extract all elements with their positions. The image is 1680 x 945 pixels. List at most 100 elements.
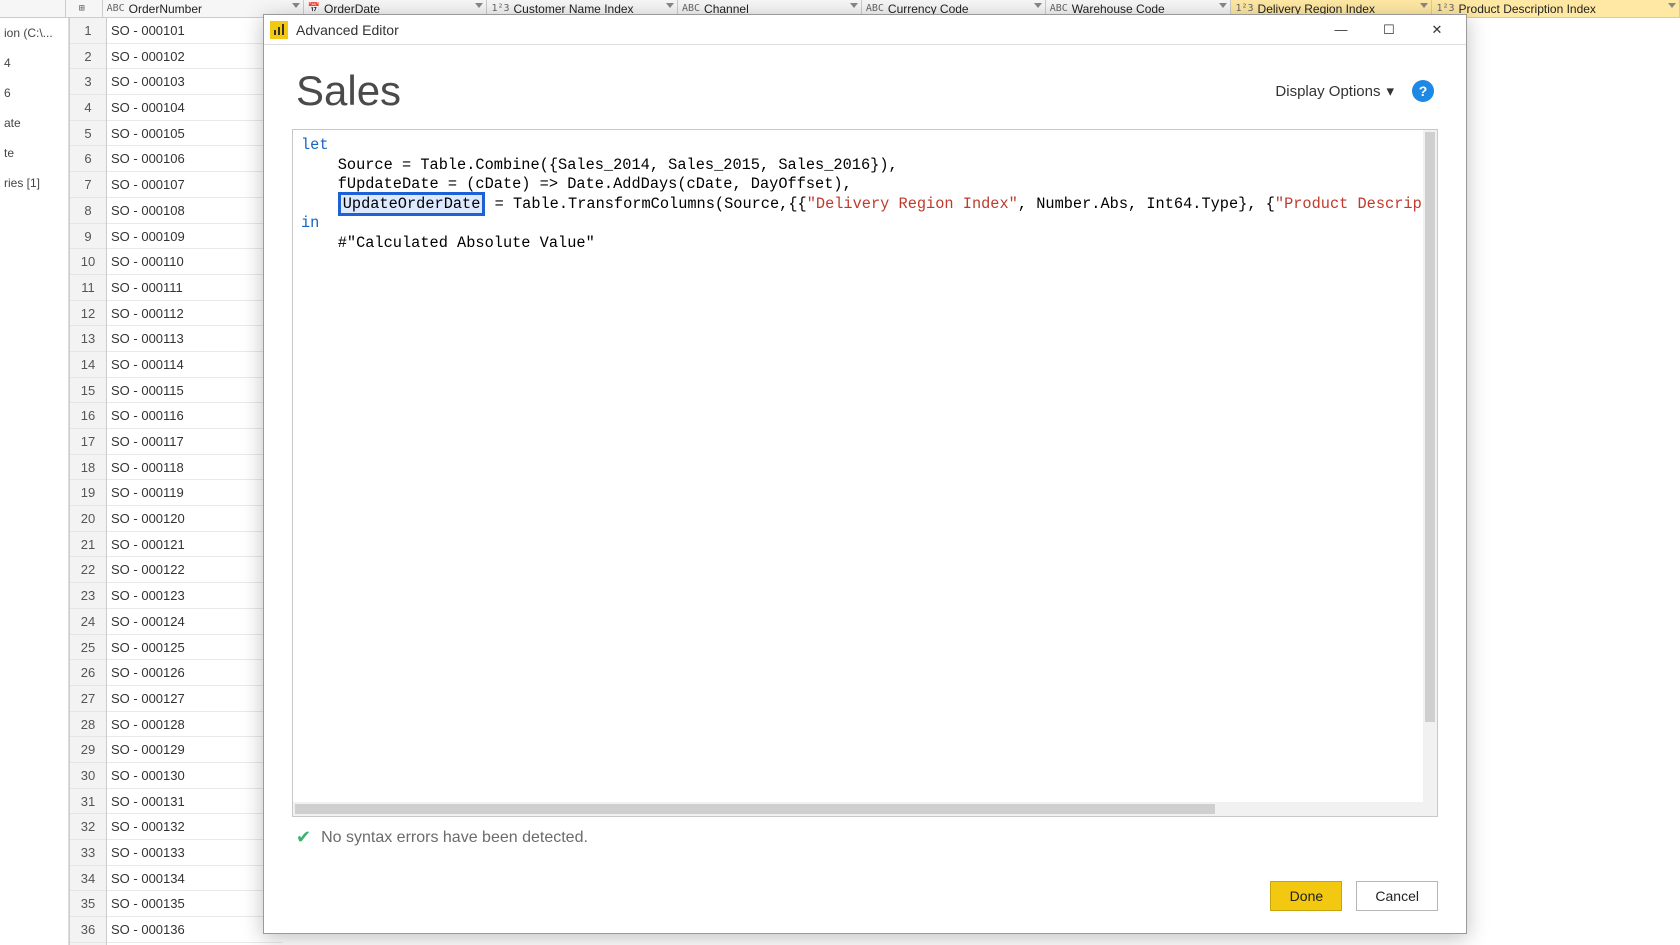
row-number[interactable]: 33	[70, 840, 106, 866]
done-button[interactable]: Done	[1270, 881, 1342, 911]
row-number[interactable]: 14	[70, 352, 106, 378]
cell-order-number[interactable]: SO - 000126	[107, 660, 282, 686]
row-number[interactable]: 27	[70, 686, 106, 712]
scrollbar-thumb[interactable]	[1425, 132, 1435, 722]
cell-order-number[interactable]: SO - 000133	[107, 840, 282, 866]
row-number[interactable]: 23	[70, 583, 106, 609]
cell-order-number[interactable]: SO - 000135	[107, 891, 282, 917]
chevron-down-icon[interactable]	[1668, 3, 1676, 8]
row-number[interactable]: 15	[70, 378, 106, 404]
cell-order-number[interactable]: SO - 000119	[107, 480, 282, 506]
cell-order-number[interactable]: SO - 000129	[107, 737, 282, 763]
nav-item[interactable]: te	[0, 138, 68, 168]
row-number[interactable]: 26	[70, 660, 106, 686]
cell-order-number[interactable]: SO - 000123	[107, 583, 282, 609]
cell-order-number[interactable]: SO - 000120	[107, 506, 282, 532]
help-icon[interactable]: ?	[1412, 80, 1434, 102]
cell-order-number[interactable]: SO - 000122	[107, 557, 282, 583]
row-number[interactable]: 7	[70, 172, 106, 198]
row-number[interactable]: 2	[70, 44, 106, 70]
row-number[interactable]: 34	[70, 866, 106, 892]
cell-order-number[interactable]: SO - 000130	[107, 763, 282, 789]
row-number[interactable]: 20	[70, 506, 106, 532]
chevron-down-icon[interactable]	[475, 3, 483, 8]
row-number[interactable]: 29	[70, 737, 106, 763]
cell-order-number[interactable]: SO - 000112	[107, 301, 282, 327]
maximize-button[interactable]: ☐	[1366, 16, 1412, 44]
cell-order-number[interactable]: SO - 000105	[107, 121, 282, 147]
row-number[interactable]: 18	[70, 455, 106, 481]
column-header[interactable]: 1²3Product Description Index	[1432, 0, 1680, 17]
chevron-down-icon[interactable]	[292, 3, 300, 8]
cell-order-number[interactable]: SO - 000136	[107, 917, 282, 943]
horizontal-scrollbar[interactable]	[293, 802, 1423, 816]
cell-order-number[interactable]: SO - 000116	[107, 403, 282, 429]
nav-item[interactable]: ion (C:\...	[0, 18, 68, 48]
row-number[interactable]: 21	[70, 532, 106, 558]
minimize-button[interactable]: —	[1318, 16, 1364, 44]
row-number[interactable]: 24	[70, 609, 106, 635]
nav-item[interactable]: ries [1]	[0, 168, 68, 198]
row-number[interactable]: 11	[70, 275, 106, 301]
dialog-titlebar[interactable]: Advanced Editor — ☐ ✕	[264, 15, 1466, 45]
row-number[interactable]: 31	[70, 789, 106, 815]
cell-order-number[interactable]: SO - 000111	[107, 275, 282, 301]
nav-item[interactable]: 6	[0, 78, 68, 108]
nav-item[interactable]: ate	[0, 108, 68, 138]
chevron-down-icon[interactable]	[1219, 3, 1227, 8]
row-index-header[interactable]: ⊞	[66, 0, 103, 17]
nav-item[interactable]: 4	[0, 48, 68, 78]
row-number[interactable]: 8	[70, 198, 106, 224]
chevron-down-icon[interactable]	[1420, 3, 1428, 8]
scrollbar-thumb[interactable]	[295, 804, 1215, 814]
cell-order-number[interactable]: SO - 000114	[107, 352, 282, 378]
row-number[interactable]: 3	[70, 69, 106, 95]
step-name-highlight[interactable]: UpdateOrderDate	[338, 192, 486, 216]
row-number[interactable]: 25	[70, 635, 106, 661]
row-number[interactable]: 13	[70, 326, 106, 352]
cell-order-number[interactable]: SO - 000124	[107, 609, 282, 635]
cell-order-number[interactable]: SO - 000125	[107, 635, 282, 661]
row-number[interactable]: 22	[70, 557, 106, 583]
cell-order-number[interactable]: SO - 000132	[107, 814, 282, 840]
cell-order-number[interactable]: SO - 000134	[107, 866, 282, 892]
row-number[interactable]: 1	[70, 18, 106, 44]
row-number[interactable]: 4	[70, 95, 106, 121]
cell-order-number[interactable]: SO - 000127	[107, 686, 282, 712]
cancel-button[interactable]: Cancel	[1356, 881, 1438, 911]
row-number[interactable]: 12	[70, 301, 106, 327]
cell-order-number[interactable]: SO - 000102	[107, 44, 282, 70]
row-number[interactable]: 30	[70, 763, 106, 789]
row-number[interactable]: 10	[70, 249, 106, 275]
display-options-dropdown[interactable]: Display Options ▾	[1275, 82, 1394, 100]
row-number[interactable]: 19	[70, 480, 106, 506]
cell-order-number[interactable]: SO - 000113	[107, 326, 282, 352]
row-number[interactable]: 5	[70, 121, 106, 147]
cell-order-number[interactable]: SO - 000104	[107, 95, 282, 121]
chevron-down-icon[interactable]	[1034, 3, 1042, 8]
vertical-scrollbar[interactable]	[1423, 130, 1437, 802]
cell-order-number[interactable]: SO - 000108	[107, 198, 282, 224]
row-number[interactable]: 36	[70, 917, 106, 943]
cell-order-number[interactable]: SO - 000101	[107, 18, 282, 44]
cell-order-number[interactable]: SO - 000118	[107, 455, 282, 481]
row-number[interactable]: 17	[70, 429, 106, 455]
queries-pane[interactable]: ion (C:\...46ateteries [1]	[0, 18, 69, 945]
chevron-down-icon[interactable]	[850, 3, 858, 8]
close-button[interactable]: ✕	[1414, 16, 1460, 44]
cell-order-number[interactable]: SO - 000103	[107, 69, 282, 95]
cell-order-number[interactable]: SO - 000110	[107, 249, 282, 275]
code-editor[interactable]: let Source = Table.Combine({Sales_2014, …	[293, 130, 1423, 802]
chevron-down-icon[interactable]	[666, 3, 674, 8]
cell-order-number[interactable]: SO - 000131	[107, 789, 282, 815]
row-number[interactable]: 35	[70, 891, 106, 917]
cell-order-number[interactable]: SO - 000109	[107, 224, 282, 250]
cell-order-number[interactable]: SO - 000121	[107, 532, 282, 558]
row-number[interactable]: 9	[70, 224, 106, 250]
cell-order-number[interactable]: SO - 000106	[107, 146, 282, 172]
cell-order-number[interactable]: SO - 000128	[107, 712, 282, 738]
row-number[interactable]: 32	[70, 814, 106, 840]
row-number[interactable]: 28	[70, 712, 106, 738]
cell-order-number[interactable]: SO - 000107	[107, 172, 282, 198]
cell-order-number[interactable]: SO - 000117	[107, 429, 282, 455]
